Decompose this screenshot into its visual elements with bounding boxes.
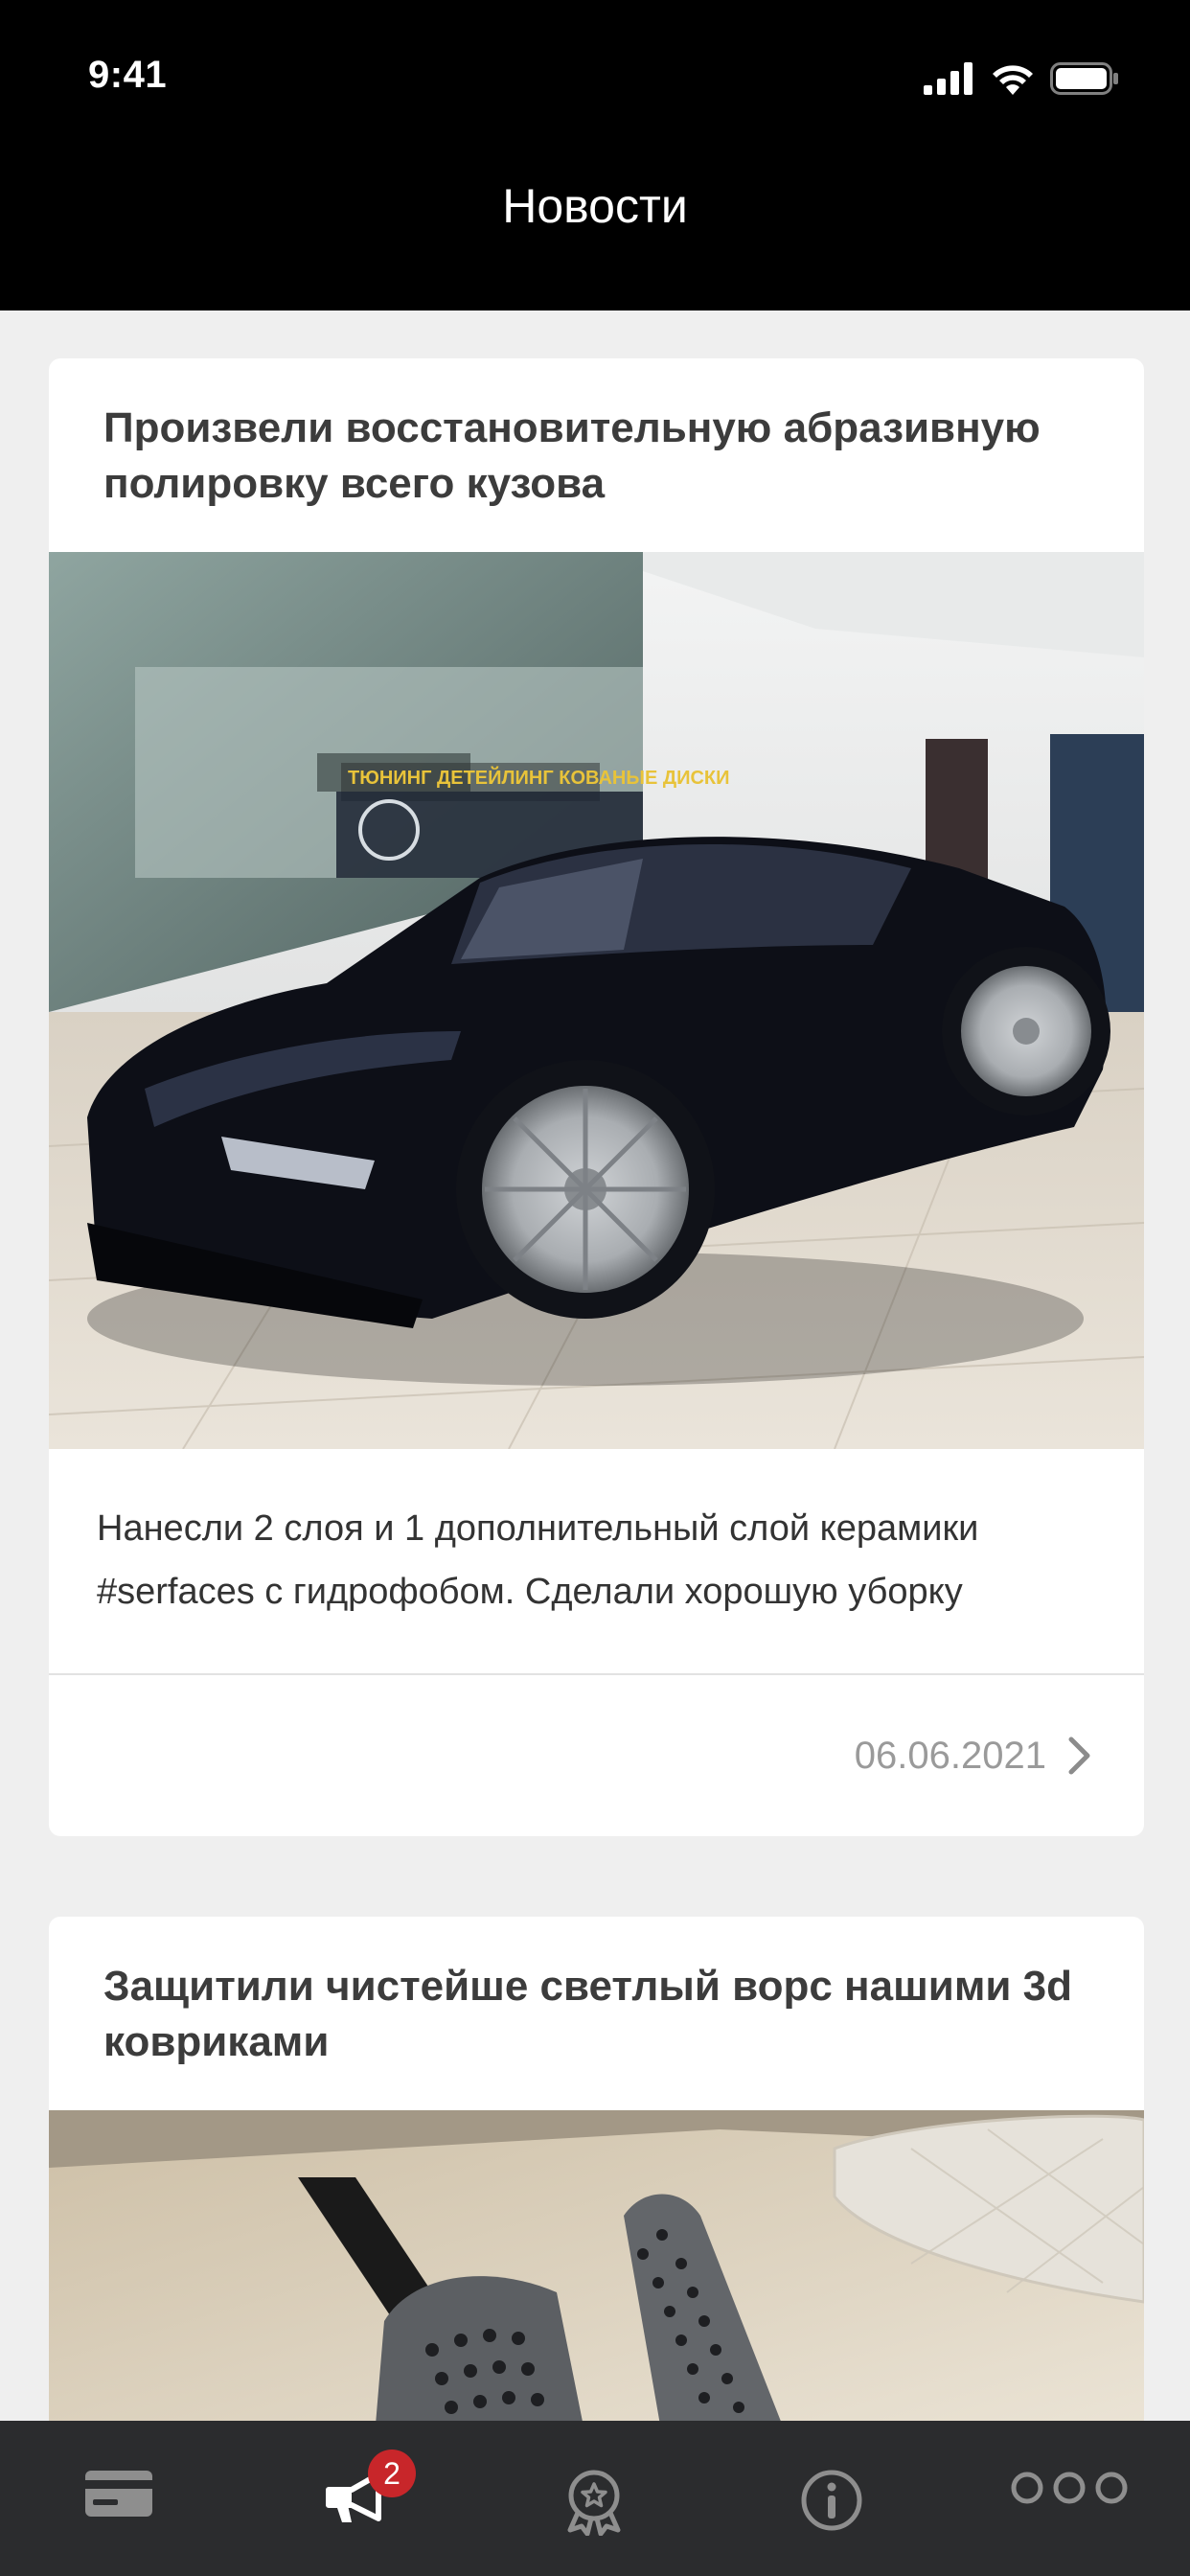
wifi-icon bbox=[993, 65, 1033, 95]
car-photo: ТЮНИНГ ДЕТЕЙЛИНГ КОВАНЫЕ ДИСКИ bbox=[49, 552, 1144, 1449]
status-time: 9:41 bbox=[88, 54, 168, 96]
news-card-date: 06.06.2021 bbox=[854, 1734, 1046, 1777]
news-card-image[interactable]: ТЮНИНГ ДЕТЕЙЛИНГ КОВАНЫЕ ДИСКИ bbox=[49, 552, 1144, 1449]
tab-info[interactable] bbox=[713, 2421, 950, 2576]
info-icon bbox=[801, 2470, 862, 2531]
news-card[interactable]: Произвели восстановительную абразивную п… bbox=[49, 358, 1144, 1836]
battery-icon bbox=[1050, 62, 1118, 95]
cellular-signal-icon bbox=[924, 62, 973, 95]
showroom-signage: ТЮНИНГ ДЕТЕЙЛИНГ КОВАНЫЕ ДИСКИ bbox=[348, 766, 730, 789]
status-icons bbox=[924, 59, 1119, 98]
award-icon bbox=[567, 2470, 621, 2536]
tab-card[interactable] bbox=[0, 2421, 238, 2576]
news-card-title: Произвели восстановительную абразивную п… bbox=[103, 404, 1041, 507]
tab-rewards[interactable] bbox=[475, 2421, 713, 2576]
news-card-footer[interactable]: 06.06.2021 bbox=[49, 1675, 1144, 1836]
news-feed[interactable]: Произвели восстановительную абразивную п… bbox=[49, 358, 1144, 2517]
top-bar: 9:41 Новости bbox=[0, 0, 1190, 310]
news-card[interactable]: Защитили чистейше светлый ворс нашими 3d… bbox=[49, 1917, 1144, 2436]
tab-news[interactable]: 2 bbox=[238, 2421, 475, 2576]
news-card-image[interactable] bbox=[49, 2110, 1144, 2436]
page-title: Новости bbox=[502, 179, 688, 233]
pedals-photo bbox=[49, 2110, 1144, 2436]
chevron-right-icon[interactable] bbox=[1067, 1736, 1092, 1776]
news-card-text: Нанесли 2 слоя и 1 дополнительный слой к… bbox=[97, 1508, 979, 1612]
tab-more[interactable] bbox=[950, 2421, 1188, 2576]
news-badge: 2 bbox=[368, 2450, 416, 2497]
tab-bar: 2 bbox=[0, 2421, 1190, 2576]
card-icon bbox=[85, 2471, 152, 2517]
news-card-title: Защитили чистейше светлый ворс нашими 3d… bbox=[103, 1963, 1072, 2065]
more-icon bbox=[1011, 2472, 1128, 2504]
